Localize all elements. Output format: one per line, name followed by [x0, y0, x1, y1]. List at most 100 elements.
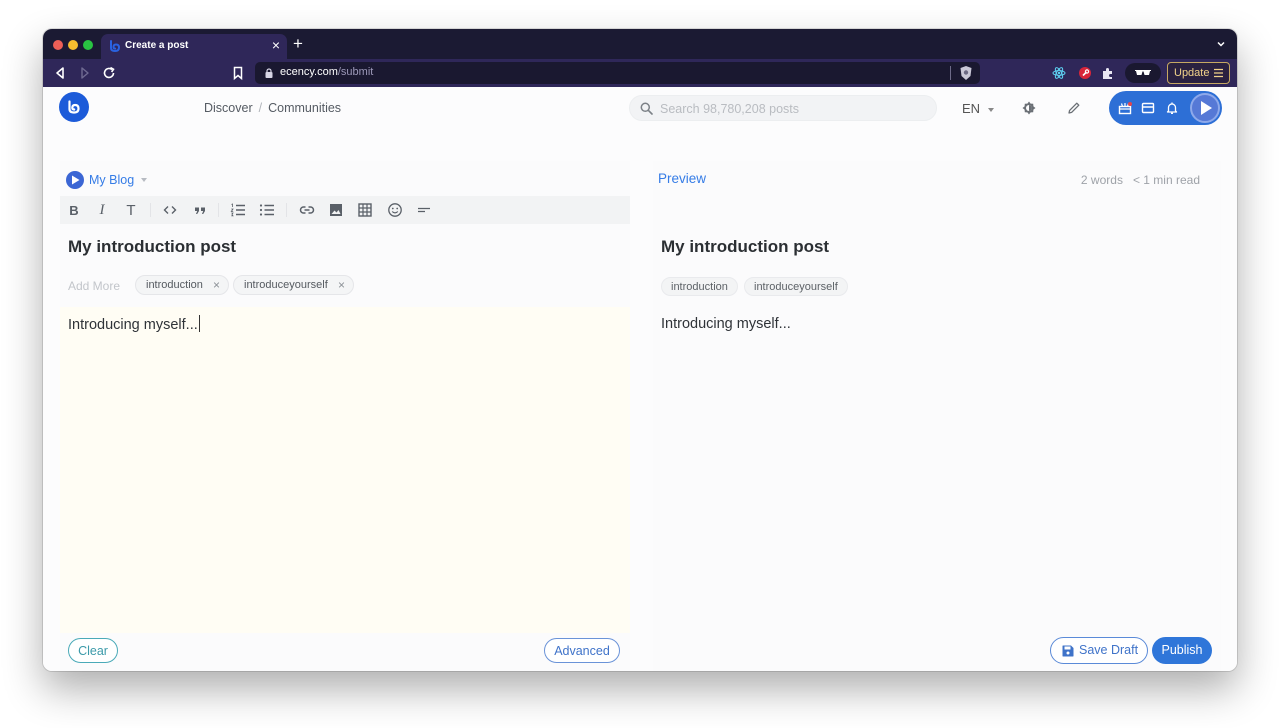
close-tab-icon[interactable]: ×: [272, 37, 280, 53]
keychain-extension-icon[interactable]: [1078, 66, 1092, 80]
post-title-input[interactable]: My introduction post: [68, 237, 236, 257]
browser-tab-active[interactable]: Create a post ×: [101, 34, 287, 59]
play-icon: [1201, 101, 1212, 115]
back-icon[interactable]: [52, 65, 68, 81]
theme-toggle-icon[interactable]: [1022, 101, 1036, 115]
play-icon: [72, 175, 80, 185]
preview-tag[interactable]: introduction: [661, 277, 738, 296]
ecency-logo-icon: [68, 100, 80, 114]
ordered-list-icon[interactable]: [230, 202, 246, 218]
preview-panel: Preview 2 words < 1 min read My introduct…: [653, 161, 1221, 671]
search-box[interactable]: [629, 95, 937, 121]
language-selector[interactable]: EN: [962, 101, 995, 116]
unordered-list-icon[interactable]: [259, 202, 275, 218]
bell-icon[interactable]: [1165, 101, 1179, 115]
preview-label: Preview: [658, 171, 707, 186]
search-input[interactable]: [660, 100, 920, 117]
browser-update-button[interactable]: Update: [1167, 62, 1230, 84]
nav-discover-link[interactable]: Discover: [204, 101, 253, 115]
ecency-favicon-icon: [110, 40, 121, 53]
url-path: /submit: [337, 66, 374, 78]
post-body-textarea[interactable]: Introducing myself...: [60, 307, 630, 633]
code-icon[interactable]: [162, 202, 178, 218]
reload-icon[interactable]: [101, 65, 117, 81]
image-icon[interactable]: [328, 202, 344, 218]
browser-window: Create a post × + ecency.com/submit Upda…: [43, 29, 1237, 671]
update-label: Update: [1174, 67, 1210, 79]
link-icon[interactable]: [299, 202, 315, 218]
gift-icon[interactable]: [1118, 101, 1132, 115]
breadcrumb: Discover / Communities: [204, 101, 341, 115]
tag-chip: introduction ×: [135, 275, 229, 295]
tag-label: introduceyourself: [244, 279, 328, 291]
brave-shield-icon[interactable]: [959, 65, 973, 81]
word-count: 2 words: [1080, 173, 1123, 187]
react-devtools-icon[interactable]: [1052, 66, 1066, 80]
community-name: My Blog: [89, 173, 135, 187]
tag-chip: introduceyourself ×: [233, 275, 354, 295]
preview-tag[interactable]: introduceyourself: [744, 277, 848, 296]
address-bar[interactable]: ecency.com/submit: [255, 62, 980, 84]
nav-communities-link[interactable]: Communities: [268, 101, 341, 115]
caret-down-icon: [988, 107, 995, 112]
minimize-window-button[interactable]: [68, 40, 78, 50]
wallet-icon[interactable]: [1141, 101, 1155, 115]
save-draft-button[interactable]: Save Draft: [1050, 637, 1148, 664]
menu-icon: [1214, 68, 1223, 78]
browser-toolbar: ecency.com/submit Update: [43, 59, 1237, 87]
tab-title: Create a post: [125, 40, 189, 51]
read-time: < 1 min read: [1132, 173, 1200, 187]
publish-button[interactable]: Publish: [1152, 637, 1212, 664]
tags-placeholder[interactable]: Add More: [68, 279, 120, 293]
maximize-window-button[interactable]: [83, 40, 93, 50]
save-draft-label: Save Draft: [1079, 643, 1139, 657]
emoji-icon[interactable]: [387, 202, 403, 218]
editor-toolbar: B I T: [60, 196, 630, 224]
private-window-indicator[interactable]: [1125, 63, 1161, 83]
ecency-logo[interactable]: [59, 92, 89, 122]
new-tab-icon[interactable]: +: [293, 35, 303, 52]
lock-icon: [265, 68, 273, 78]
toolbar-divider: [150, 203, 151, 217]
preview-heading: My introduction post: [661, 237, 830, 256]
url-text[interactable]: ecency.com/submit: [280, 66, 373, 78]
extensions-puzzle-icon[interactable]: [1101, 66, 1115, 80]
close-window-button[interactable]: [53, 40, 63, 50]
toolbar-divider: [286, 203, 287, 217]
floppy-disk-icon: [1062, 645, 1074, 657]
bold-icon[interactable]: B: [66, 202, 82, 218]
remove-tag-icon[interactable]: ×: [338, 278, 345, 292]
user-menu-pill: [1109, 91, 1222, 125]
bookmark-icon[interactable]: [230, 65, 246, 81]
italic-icon[interactable]: I: [94, 202, 110, 218]
breadcrumb-separator: /: [258, 101, 263, 115]
ecency-app: Discover / Communities EN: [43, 87, 1237, 671]
tag-label: introduction: [146, 279, 203, 291]
post-body-text: Introducing myself...: [68, 315, 200, 333]
user-avatar[interactable]: [1190, 93, 1220, 123]
search-icon: [640, 102, 653, 115]
clear-button[interactable]: Clear: [68, 638, 118, 663]
advanced-button[interactable]: Advanced: [544, 638, 620, 663]
community-avatar: [66, 171, 84, 189]
quote-icon[interactable]: [192, 202, 208, 218]
break-icon[interactable]: [416, 202, 432, 218]
body-content: Introducing myself...: [68, 317, 198, 333]
toolbar-divider: [218, 203, 219, 217]
remove-tag-icon[interactable]: ×: [213, 278, 220, 292]
language-label: EN: [962, 101, 981, 116]
chevron-down-icon[interactable]: [1215, 38, 1227, 50]
forward-icon[interactable]: [77, 65, 93, 81]
text-cursor: [198, 315, 200, 332]
pencil-icon[interactable]: [1067, 101, 1081, 115]
preview-body: Introducing myself...: [661, 316, 791, 332]
heading-icon[interactable]: T: [123, 202, 139, 219]
editor-panel: My Blog B I T My introduction post Add M…: [60, 161, 630, 671]
glasses-icon: [1135, 70, 1151, 75]
address-bar-divider: [950, 66, 951, 80]
caret-down-icon: [141, 178, 147, 182]
preview-stats: 2 words < 1 min read: [1081, 173, 1200, 187]
url-host: ecency.com: [280, 66, 338, 78]
tab-strip: Create a post × +: [43, 29, 1237, 59]
table-icon[interactable]: [357, 202, 373, 218]
